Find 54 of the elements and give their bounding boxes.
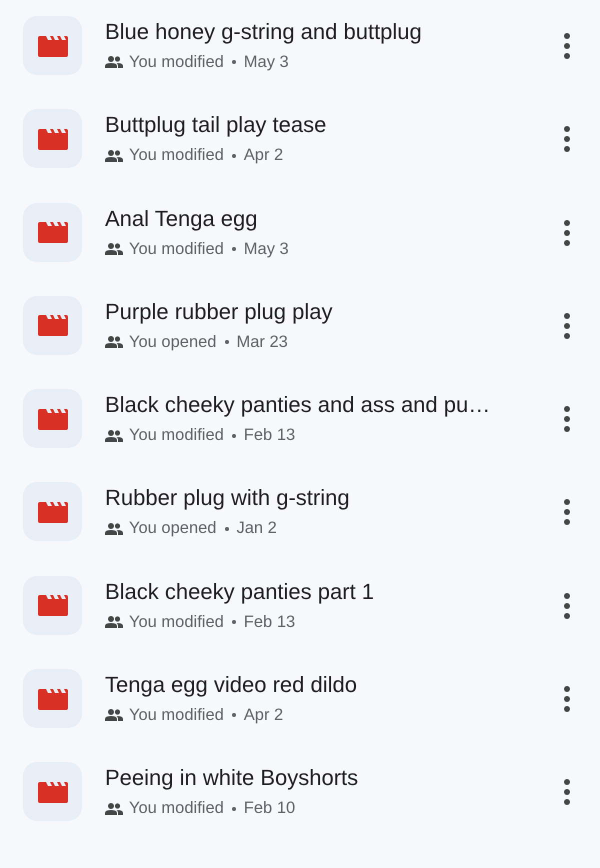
activity-text: You modified (129, 425, 224, 446)
video-clapper-icon (38, 406, 68, 431)
more-options-button[interactable] (562, 220, 572, 246)
people-icon (105, 56, 123, 68)
activity-text: You modified (129, 238, 224, 260)
people-icon (105, 802, 123, 815)
file-title[interactable]: Rubber plug with g-string (105, 484, 562, 512)
activity-text: You modified (129, 145, 224, 166)
file-title[interactable]: Purple rubber plug play (105, 298, 562, 326)
people-icon (105, 242, 123, 255)
activity-text: You modified (129, 705, 224, 726)
more-options-button[interactable] (562, 312, 572, 339)
more-options-button[interactable] (562, 499, 572, 526)
more-options-button[interactable] (562, 406, 572, 432)
video-clapper-icon (38, 313, 68, 338)
people-icon (105, 522, 123, 535)
activity-text: You opened (129, 332, 216, 353)
more-options-button[interactable] (562, 686, 572, 712)
video-clapper-icon (38, 220, 68, 244)
file-title[interactable]: Anal Tenga egg (105, 204, 562, 233)
file-title[interactable]: Peeing in white Boyshorts (105, 764, 562, 792)
date-text: Apr 2 (244, 145, 284, 166)
file-title[interactable]: Black cheeky panties and ass and pu… (105, 391, 562, 420)
activity-text: You modified (129, 798, 224, 820)
date-text: Mar 23 (236, 332, 288, 353)
date-text: Feb 10 (244, 798, 296, 820)
file-title[interactable]: Buttplug tail play tease (105, 111, 562, 140)
video-clapper-icon (38, 780, 68, 804)
more-options-button[interactable] (562, 126, 572, 152)
date-text: Jan 2 (236, 518, 277, 540)
activity-text: You opened (129, 518, 216, 540)
people-icon (105, 150, 123, 162)
more-options-button[interactable] (562, 779, 572, 806)
video-clapper-icon (38, 34, 68, 58)
activity-text: You modified (129, 52, 224, 73)
file-title[interactable]: Blue honey g-string and buttplug (105, 18, 562, 46)
date-text: May 3 (244, 52, 289, 73)
video-clapper-icon (38, 500, 68, 524)
more-options-button[interactable] (562, 33, 572, 59)
video-clapper-icon (38, 126, 68, 151)
video-clapper-icon (38, 593, 68, 618)
date-text: Feb 13 (244, 612, 296, 633)
file-title[interactable]: Black cheeky panties part 1 (105, 578, 562, 606)
people-icon (105, 336, 123, 348)
people-icon (105, 616, 123, 628)
file-title[interactable]: Tenga egg video red dildo (105, 671, 562, 700)
date-text: May 3 (244, 238, 289, 260)
video-clapper-icon (38, 686, 68, 711)
people-icon (105, 709, 123, 722)
date-text: Feb 13 (244, 425, 296, 446)
people-icon (105, 430, 123, 442)
date-text: Apr 2 (244, 705, 284, 726)
more-options-button[interactable] (562, 592, 572, 619)
activity-text: You modified (129, 612, 224, 633)
